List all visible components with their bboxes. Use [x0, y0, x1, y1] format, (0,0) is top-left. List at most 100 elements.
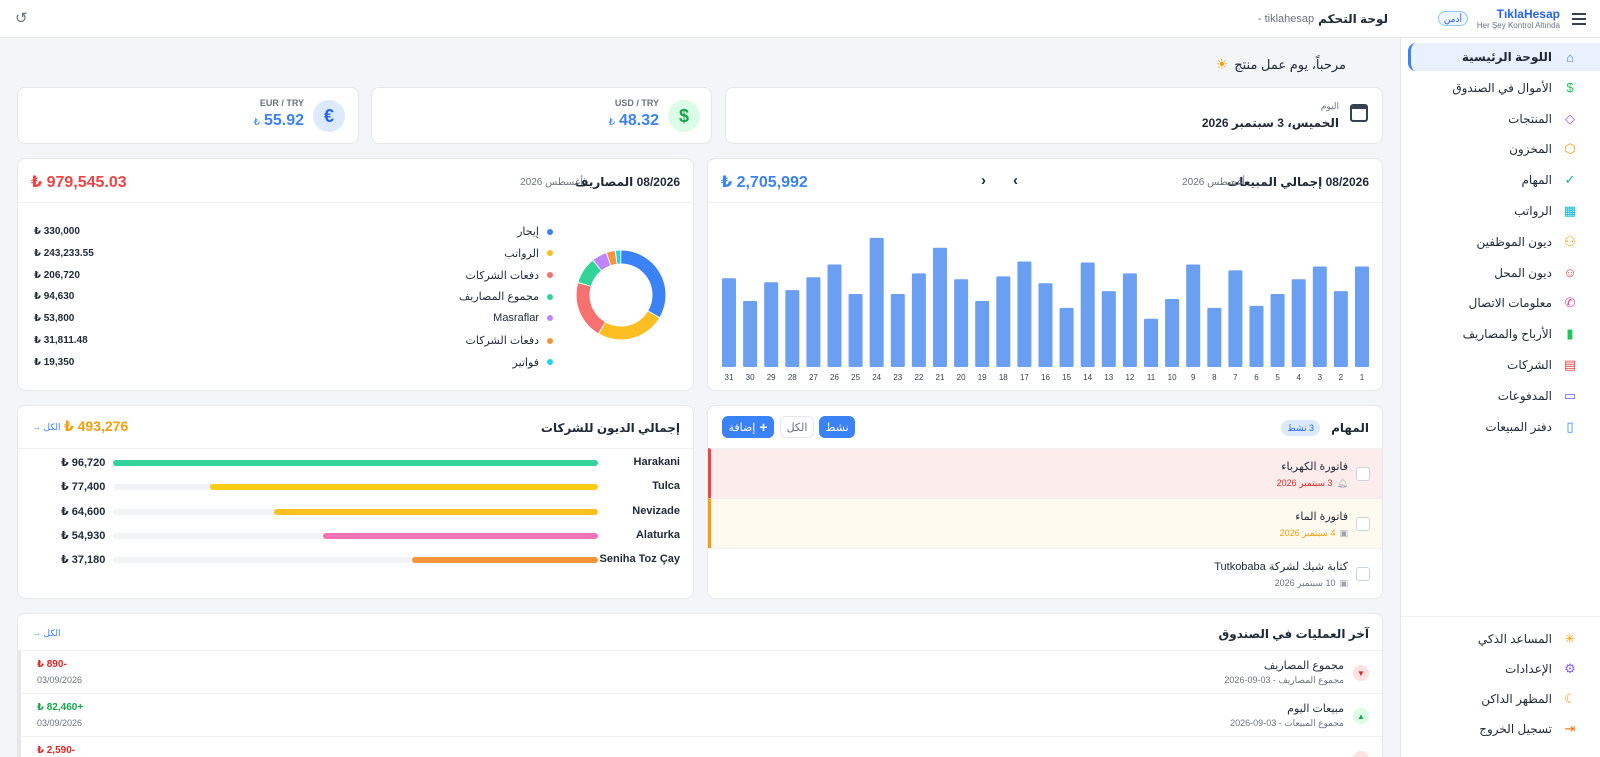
- sales-x-tick: 2: [1339, 373, 1344, 382]
- sidebar-bottom-item[interactable]: ☾ المظهر الداكن: [1408, 685, 1600, 713]
- sales-bar: [869, 237, 884, 367]
- task-date: 4 سبتمبر 2026: [1279, 528, 1336, 538]
- sidebar-item[interactable]: ▮ الأرباح والمصاريف: [1408, 320, 1600, 348]
- refresh-icon[interactable]: ↺: [15, 9, 28, 27]
- hamburger-menu-icon[interactable]: [1572, 13, 1586, 25]
- sidebar-item[interactable]: ▦ الرواتب: [1408, 197, 1600, 225]
- sidebar-bottom-item[interactable]: ⚙ الإعدادات: [1408, 655, 1600, 683]
- debt-bar-fill: [411, 557, 598, 564]
- usd-card: $ USD / TRY ₺ 48.32: [371, 87, 712, 144]
- sidebar-item[interactable]: ☺ ديون المحل: [1408, 259, 1600, 287]
- sidebar-item[interactable]: ✆ معلومات الاتصال: [1408, 289, 1600, 317]
- sidebar-item-label: الأرباح والمصاريف: [1462, 327, 1552, 342]
- debt-bar-fill: [209, 484, 598, 491]
- transaction-row[interactable]: ▲ مبيعات اليوم مجموع المبيعات - 03-09-2026…: [18, 694, 1382, 737]
- sidebar-item-label: ديون الموظفين: [1476, 234, 1552, 249]
- task-row[interactable]: فاتورة الكهرباء 🔔︎ 3 سبتمبر 2026: [708, 448, 1382, 498]
- debt-value: ₺ 96,720: [61, 457, 106, 469]
- sales-bar: [1165, 298, 1180, 367]
- transactions-all-link[interactable]: الكل →: [32, 628, 61, 639]
- euro-icon: €: [313, 100, 345, 132]
- sales-x-tick: 26: [830, 373, 839, 382]
- eur-label: EUR / TRY: [259, 98, 304, 108]
- sidebar-item[interactable]: ▯ دفتر المبيعات: [1408, 413, 1600, 441]
- eur-currency: ₺: [253, 117, 260, 128]
- calendar-icon: ▣: [1339, 528, 1348, 538]
- sales-bar: [996, 276, 1011, 367]
- sidebar-item-label: الرواتب: [1514, 204, 1552, 218]
- sales-x-tick: 27: [809, 373, 818, 382]
- sidebar-item[interactable]: ▭ المدفوعات: [1408, 382, 1600, 410]
- sales-bar: [1249, 305, 1264, 367]
- sidebar-item-label: الشركات: [1507, 358, 1552, 372]
- bar-chart-icon: ▮: [1566, 326, 1574, 342]
- sales-x-tick: 8: [1212, 373, 1217, 382]
- sidebar-item[interactable]: ✓ المهام: [1408, 166, 1600, 194]
- sales-x-tick: 23: [893, 373, 902, 382]
- transaction-row[interactable]: ▼ -2,590 ₺: [18, 737, 1382, 757]
- sales-x-tick: 4: [1296, 373, 1301, 382]
- filter-all-button[interactable]: الكل: [780, 416, 814, 438]
- moon-icon: ☾: [1564, 691, 1576, 706]
- debts-all-link[interactable]: الكل →: [32, 422, 61, 433]
- debt-company-name: Tulca: [652, 480, 680, 493]
- usd-value-row: ₺ 48.32: [609, 112, 659, 130]
- sidebar-item[interactable]: ⚇ ديون الموظفين: [1408, 228, 1600, 256]
- debts-card: إجمالي الديون للشركات ₺ 493,276 الكل → H…: [17, 405, 694, 599]
- sales-bar: [848, 294, 863, 367]
- sales-bar: [743, 300, 758, 367]
- debt-bar-track: [113, 557, 598, 564]
- sales-bar: [1312, 266, 1327, 367]
- add-task-button[interactable]: إضافة +: [722, 416, 774, 438]
- grid-icon: ▦: [1563, 203, 1577, 218]
- sales-prev-button[interactable]: ›: [981, 172, 986, 189]
- page-title: لوحة التحكم tiklahesap -: [1258, 12, 1388, 26]
- users-icon: ⚇: [1564, 233, 1576, 249]
- sidebar-item-label: المهام: [1521, 173, 1552, 188]
- sales-bar: [827, 264, 842, 367]
- sales-bar: [785, 290, 800, 367]
- sidebar-bottom-item[interactable]: ⇥ تسجيل الخروج: [1408, 715, 1600, 743]
- sidebar-item[interactable]: $ الأموال في الصندوق: [1408, 74, 1600, 102]
- expenses-header-divider: [18, 202, 693, 203]
- task-row[interactable]: كتابة شيك لشركة Tutkobaba ▣ 10 سبتمبر 2026: [708, 548, 1382, 598]
- expense-legend-item: Masraflar: [493, 312, 553, 324]
- sales-next-button[interactable]: ‹: [1013, 172, 1018, 189]
- box-icon: ⬡: [1564, 141, 1576, 157]
- sales-bar: [1059, 307, 1074, 367]
- sales-x-tick: 16: [1041, 373, 1050, 382]
- eur-card: € EUR / TRY ₺ 55.92: [17, 87, 359, 144]
- sales-x-tick: 18: [999, 373, 1008, 382]
- tasks-title: المهام: [1331, 421, 1369, 435]
- sales-title: 08/2026 إجمالي المبيعات: [1227, 175, 1369, 189]
- sidebar-item[interactable]: ⬡ المخزون: [1408, 135, 1600, 163]
- filter-active-button[interactable]: نشط: [819, 416, 855, 438]
- sidebar-item[interactable]: ⌂ اللوحة الرئيسية: [1408, 43, 1600, 71]
- sidebar-bottom-item[interactable]: ✳ المساعد الذكي: [1408, 625, 1600, 653]
- add-label: إضافة: [728, 421, 756, 434]
- sales-x-tick: 22: [914, 373, 923, 382]
- sales-bar: [1270, 294, 1285, 367]
- debts-total: ₺ 493,276: [64, 418, 129, 434]
- sales-x-tick: 24: [872, 373, 881, 382]
- transaction-row[interactable]: ▼ مجموع المصاريف مجموع المصاريف - 03-09-20…: [18, 651, 1382, 694]
- sales-bar: [1080, 262, 1095, 367]
- sales-x-tick: 29: [767, 373, 776, 382]
- sales-bar: [1333, 291, 1348, 367]
- debt-bar-track: [113, 532, 598, 539]
- sidebar-item[interactable]: ▤ الشركات: [1408, 351, 1600, 379]
- task-checkbox[interactable]: [1356, 517, 1370, 531]
- card-icon: ▭: [1563, 387, 1577, 403]
- debt-bar-track: [113, 508, 598, 515]
- debt-bar-fill: [322, 532, 598, 539]
- task-title: فاتورة الكهرباء: [1281, 461, 1348, 473]
- expense-legend-item: دفعات الشركات: [466, 334, 553, 347]
- task-checkbox[interactable]: [1356, 467, 1370, 481]
- sidebar-item[interactable]: ◇ المنتجات: [1408, 105, 1600, 133]
- sidebar-item-label: ديون المحل: [1494, 265, 1552, 280]
- task-checkbox[interactable]: [1356, 567, 1370, 581]
- debt-company-name: Alaturka: [635, 528, 680, 541]
- task-row[interactable]: فاتورة الماء ▣ 4 سبتمبر 2026: [708, 498, 1382, 548]
- logout-icon: ⇥: [1564, 721, 1576, 736]
- sales-x-tick: 20: [957, 373, 966, 382]
